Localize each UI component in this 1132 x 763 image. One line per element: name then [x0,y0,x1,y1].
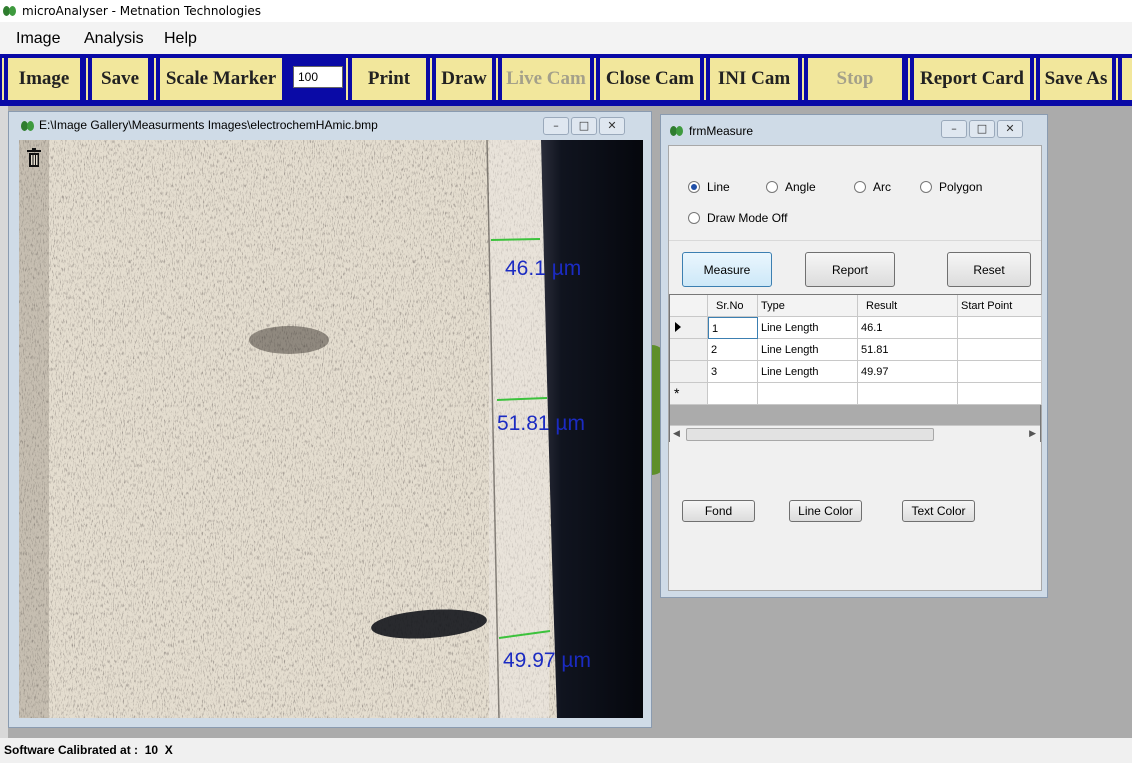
mdi-edge [0,106,8,738]
image-window: E:\Image Gallery\Measurments Images\elec… [8,111,652,728]
toolbar: Image Save Scale Marker Print Draw Live … [0,54,1132,106]
ini-cam-button[interactable]: INI Cam [704,58,798,100]
column-header[interactable]: Sr.No [708,295,758,317]
table-cell[interactable] [958,361,1042,383]
scale-marker-button[interactable]: Scale Marker [154,58,282,100]
column-header[interactable]: Type [758,295,858,317]
title-bar: microAnalyser - Metnation Technologies [0,0,1132,22]
table-cell[interactable] [708,383,758,405]
measure-line-1 [490,238,541,241]
table-cell[interactable]: Line Length [758,317,858,339]
measure-window: frmMeasure – □ ✕ Line Angle Arc Polygon Dr… [660,114,1048,598]
text-color-button[interactable]: Text Color [902,500,975,522]
menu-analysis[interactable]: Analysis [84,30,144,48]
radio-angle[interactable]: Angle [766,180,816,194]
report-card-button[interactable]: Report Card [908,58,1030,100]
minimize-button[interactable]: – [543,117,569,135]
table-cell[interactable]: 49.97 [858,361,958,383]
micrograph-canvas[interactable]: 46.1 µm 51.81 µm 49.97 µm [19,140,643,718]
radio-polygon[interactable]: Polygon [920,180,982,194]
row-header[interactable] [670,361,708,383]
menu-bar: Image Analysis Help [0,22,1132,54]
table-cell[interactable]: 3 [708,361,758,383]
save-button[interactable]: Save [86,58,148,100]
radio-line-label: Line [707,180,730,194]
measure-window-icon [670,126,684,136]
table-cell[interactable] [958,383,1042,405]
save-as-button[interactable]: Save As [1034,58,1112,100]
grid-corner [670,295,708,317]
table-cell[interactable] [958,317,1042,339]
radio-angle-label: Angle [785,180,816,194]
results-grid[interactable]: Sr.No Type Result Start Point 1 Line Len… [669,294,1042,442]
window-title: microAnalyser - Metnation Technologies [22,4,262,18]
measurement-label: 49.97 µm [503,649,591,672]
table-cell[interactable]: Line Length [758,361,858,383]
report-button[interactable]: Report [805,252,895,287]
live-cam-button[interactable]: Live Cam [496,58,590,100]
image-window-controls: – □ ✕ [541,114,625,135]
scrollbar-thumb[interactable] [686,428,934,441]
table-cell[interactable]: Line Length [758,339,858,361]
row-current-icon[interactable] [670,317,708,339]
fond-button[interactable]: Fond [682,500,755,522]
radio-line[interactable]: Line [688,180,730,194]
maximize-button[interactable]: □ [571,117,597,135]
image-window-title: E:\Image Gallery\Measurments Images\elec… [39,118,378,132]
table-cell[interactable]: 46.1 [858,317,958,339]
table-cell[interactable]: 2 [708,339,758,361]
measure-window-controls: – □ ✕ [939,117,1023,138]
status-bar: Software Calibrated at : 10 X [0,738,1132,763]
measure-window-title: frmMeasure [689,124,754,138]
minimize-button[interactable]: – [941,120,967,138]
image-button[interactable]: Image [2,58,80,100]
maximize-button[interactable]: □ [969,120,995,138]
new-row-icon[interactable]: * [670,383,708,405]
close-button[interactable]: ✕ [599,117,625,135]
radio-draw-mode-off[interactable]: Draw Mode Off [688,211,787,225]
scroll-left-icon[interactable]: ◀ [673,428,680,439]
trash-icon[interactable] [26,148,42,168]
line-color-button[interactable]: Line Color [789,500,862,522]
table-cell[interactable] [858,383,958,405]
image-window-icon [21,121,35,131]
measurement-label: 46.1 µm [505,257,582,280]
close-cam-button[interactable]: Close Cam [594,58,700,100]
measure-panel: Line Angle Arc Polygon Draw Mode Off Mea… [668,145,1042,591]
menu-help[interactable]: Help [164,30,197,48]
table-cell[interactable]: 51.81 [858,339,958,361]
print-button[interactable]: Print [346,58,426,100]
radio-arc-label: Arc [873,180,891,194]
radio-icon [766,181,778,193]
radio-selected-icon [688,181,700,193]
radio-icon [688,212,700,224]
measure-button[interactable]: Measure [682,252,772,287]
radio-polygon-label: Polygon [939,180,983,194]
radio-draw-mode-off-label: Draw Mode Off [707,211,788,225]
row-header[interactable] [670,339,708,361]
column-header[interactable]: Result [858,295,958,317]
stop-button[interactable]: Stop [802,58,902,100]
radio-icon [854,181,866,193]
table-cell[interactable] [758,383,858,405]
divider [669,240,1041,241]
horizontal-scrollbar[interactable]: ◀ ▶ [670,425,1040,442]
toolbar-overflow[interactable] [1116,58,1132,100]
close-button[interactable]: ✕ [997,120,1023,138]
measurement-label: 51.81 µm [497,412,585,435]
reset-button[interactable]: Reset [947,252,1031,287]
table-cell[interactable]: 1 [708,317,758,339]
app-icon [3,6,17,16]
column-header[interactable]: Start Point [958,295,1042,317]
scale-input[interactable] [293,66,343,88]
draw-button[interactable]: Draw [430,58,492,100]
table-cell[interactable] [958,339,1042,361]
scroll-right-icon[interactable]: ▶ [1029,428,1036,439]
radio-arc[interactable]: Arc [854,180,891,194]
menu-image[interactable]: Image [16,30,60,48]
radio-icon [920,181,932,193]
calibration-status: Software Calibrated at : 10 X [4,743,173,757]
